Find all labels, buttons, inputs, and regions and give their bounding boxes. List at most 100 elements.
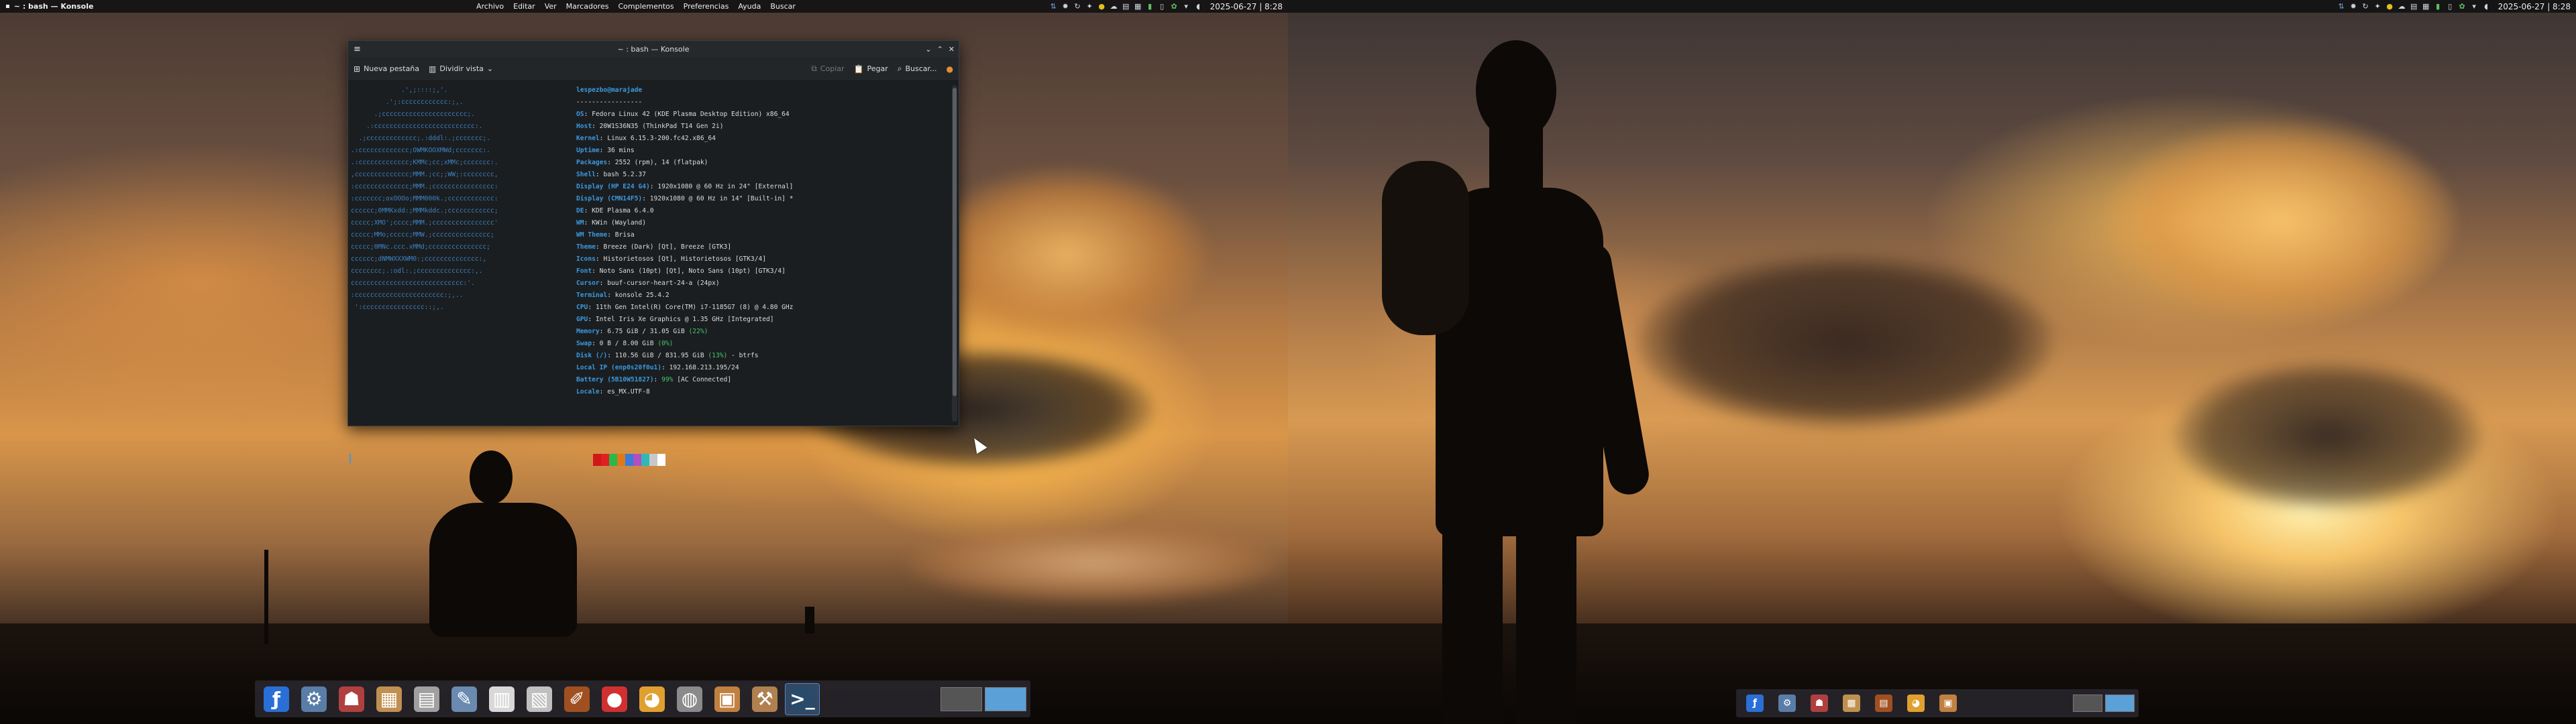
menu-3[interactable]: Marcadores bbox=[561, 2, 614, 11]
document-task[interactable]: ▥ bbox=[484, 683, 519, 715]
plasma-launcher-task[interactable]: ƒ bbox=[1740, 691, 1770, 715]
plasma-launcher-task[interactable]: ƒ bbox=[259, 683, 294, 715]
desktop-2[interactable] bbox=[2105, 695, 2135, 712]
battery-icon[interactable]: ▮ bbox=[1146, 2, 1155, 11]
menu-0[interactable]: Archivo bbox=[472, 2, 508, 11]
desktop-2[interactable] bbox=[985, 686, 1026, 711]
menu-4[interactable]: Complementos bbox=[613, 2, 678, 11]
info-key: Icons bbox=[576, 255, 596, 263]
info-key: Display (HP E24 G4) bbox=[576, 183, 650, 190]
package-task[interactable]: ▣ bbox=[710, 683, 745, 715]
logo-line: ccccc;MMo;ccccc;MMW.;ccccccccccccccc; bbox=[351, 231, 494, 239]
copy-button[interactable]: ⧉ Copiar bbox=[811, 64, 844, 74]
virtual-desktop-pager[interactable] bbox=[2073, 695, 2135, 712]
network-icon[interactable]: ⇅ bbox=[1049, 2, 1058, 11]
document-icon[interactable]: ▤ bbox=[1122, 2, 1130, 11]
terminal-cat-task[interactable]: ☗ bbox=[334, 683, 369, 715]
files-task[interactable]: ▦ bbox=[372, 683, 407, 715]
cloud-icon[interactable]: ☁ bbox=[1110, 2, 1118, 11]
notification-icon[interactable]: ◖ bbox=[1194, 2, 1203, 11]
bug-icon[interactable]: ✹ bbox=[1061, 2, 1070, 11]
document-icon[interactable]: ▤ bbox=[2410, 2, 2418, 11]
archive-task[interactable]: ▤ bbox=[1869, 691, 1898, 715]
split-view-button[interactable]: ▥ Dividir vista ⌄ bbox=[429, 64, 493, 74]
info-line: Font: Noto Sans (10pt) [Qt], Noto Sans (… bbox=[576, 265, 793, 278]
desktop-1[interactable] bbox=[2073, 695, 2102, 712]
scrollbar-thumb[interactable] bbox=[953, 88, 957, 396]
minimize-icon[interactable]: ⌄ bbox=[925, 45, 931, 54]
info-key: Disk (/) bbox=[576, 352, 608, 359]
clipboard-icon[interactable]: ▯ bbox=[1158, 2, 1167, 11]
wand-icon[interactable]: ✦ bbox=[2373, 2, 2382, 11]
bug-icon[interactable]: ✹ bbox=[2349, 2, 2358, 11]
calendar-icon[interactable]: ▦ bbox=[1134, 2, 1142, 11]
paste-icon: 📋 bbox=[853, 64, 864, 74]
left-monitor: ▪ ~ : bash — Konsole Archivo Editar Ver Mar… bbox=[0, 0, 1288, 724]
tools-task[interactable]: ⚒ bbox=[747, 683, 782, 715]
files-task[interactable]: ▦ bbox=[1837, 691, 1866, 715]
info-line: Packages: 2552 (rpm), 14 (flatpak) bbox=[576, 157, 793, 169]
search-button[interactable]: ⌕ Buscar... bbox=[898, 64, 937, 74]
terminal-output[interactable]: .',;::::;,'. .';:cccccccccccc:;,. .;cccc… bbox=[348, 82, 951, 466]
wand-icon[interactable]: ✦ bbox=[1085, 2, 1094, 11]
paste-button[interactable]: 📋 Pegar bbox=[854, 64, 888, 74]
info-suffix: - btrfs bbox=[727, 352, 759, 359]
tools-icon: ⚒ bbox=[752, 686, 777, 712]
archive-task[interactable]: ▤ bbox=[409, 683, 444, 715]
terminal-cat-task[interactable]: ☗ bbox=[1805, 691, 1834, 715]
battery-icon[interactable]: ▮ bbox=[2434, 2, 2443, 11]
menu-5[interactable]: Preferencias bbox=[679, 2, 734, 11]
logo-line: .;ccccccccccccc;.:dddl:.;ccccccc;. bbox=[351, 135, 490, 142]
calendar-icon[interactable]: ▦ bbox=[2422, 2, 2430, 11]
task-manager-dock: ƒ ⚙ ☗ ▦ ▤ ✎ ▥ ▧ ✐ ● ◕ ◍ ▣ ⚒ >_ bbox=[255, 680, 1030, 717]
wifi-icon[interactable]: ▾ bbox=[2470, 2, 2479, 11]
network-icon[interactable]: ⇅ bbox=[2337, 2, 2346, 11]
cloud-icon[interactable]: ☁ bbox=[2398, 2, 2406, 11]
clock[interactable]: 2025-06-27 | 8:28 bbox=[1210, 2, 1283, 11]
hamburger-button[interactable]: ● bbox=[947, 64, 953, 74]
menu-6[interactable]: Ayuda bbox=[733, 2, 765, 11]
info-value: : 1920x1080 @ 60 Hz in 24" [External] bbox=[649, 183, 794, 190]
person-neck-silhouette bbox=[1489, 127, 1543, 208]
konsole-window[interactable]: ≡ ~ : bash — Konsole ⌄ ⌃ ✕ ⊞ Nueva pestañ… bbox=[347, 40, 959, 466]
desktop-1[interactable] bbox=[941, 686, 982, 711]
color-wheel-task[interactable]: ◕ bbox=[635, 683, 669, 715]
network-tool-task[interactable]: ⚙ bbox=[1772, 691, 1802, 715]
konsole-titlebar[interactable]: ≡ ~ : bash — Konsole ⌄ ⌃ ✕ bbox=[348, 41, 959, 57]
clipboard-icon[interactable]: ▯ bbox=[2446, 2, 2455, 11]
plant-icon[interactable]: ✿ bbox=[2458, 2, 2467, 11]
active-window-title[interactable]: ▪ ~ : bash — Konsole bbox=[0, 2, 93, 11]
color-wheel-task[interactable]: ◕ bbox=[1901, 691, 1931, 715]
virtual-desktop-pager[interactable] bbox=[941, 686, 1026, 711]
konsole-small-icon: ▪ bbox=[5, 3, 10, 10]
konsole-task[interactable]: >_ bbox=[785, 682, 820, 715]
info-line: Shell: bash 5.2.37 bbox=[576, 169, 793, 181]
jar-task[interactable]: ◍ bbox=[672, 683, 707, 715]
info-key: OS bbox=[576, 111, 584, 118]
scrollbar[interactable] bbox=[952, 85, 957, 422]
refresh-icon[interactable]: ↻ bbox=[2361, 2, 2370, 11]
notification-icon[interactable]: ◖ bbox=[2482, 2, 2491, 11]
warning-icon[interactable]: ● bbox=[2385, 2, 2394, 11]
pin-icon[interactable]: ✕ bbox=[949, 45, 955, 54]
cloud bbox=[2106, 121, 2455, 322]
menu-7[interactable]: Buscar bbox=[765, 2, 800, 11]
info-line: Display (HP E24 G4): 1920x1080 @ 60 Hz i… bbox=[576, 181, 793, 193]
maximize-icon[interactable]: ⌃ bbox=[937, 45, 943, 54]
package-task[interactable]: ▣ bbox=[1933, 691, 1963, 715]
network-tool-task[interactable]: ⚙ bbox=[297, 683, 331, 715]
menu-1[interactable]: Editar bbox=[508, 2, 540, 11]
menu-2[interactable]: Ver bbox=[540, 2, 561, 11]
hamburger-menu-icon[interactable]: ≡ bbox=[354, 44, 361, 54]
top-panel: ▪ ~ : bash — Konsole Archivo Editar Ver Mar… bbox=[0, 0, 1288, 13]
notes-task[interactable]: ▧ bbox=[522, 683, 557, 715]
new-tab-button[interactable]: ⊞ Nueva pestaña bbox=[354, 64, 419, 74]
pencil-task[interactable]: ✐ bbox=[559, 683, 594, 715]
wifi-icon[interactable]: ▾ bbox=[1182, 2, 1191, 11]
bug-app-task[interactable]: ● bbox=[597, 683, 632, 715]
warning-icon[interactable]: ● bbox=[1097, 2, 1106, 11]
plant-icon[interactable]: ✿ bbox=[1170, 2, 1179, 11]
clock[interactable]: 2025-06-27 | 8:28 bbox=[2498, 2, 2571, 11]
text-editor-task[interactable]: ✎ bbox=[447, 683, 482, 715]
refresh-icon[interactable]: ↻ bbox=[1073, 2, 1082, 11]
